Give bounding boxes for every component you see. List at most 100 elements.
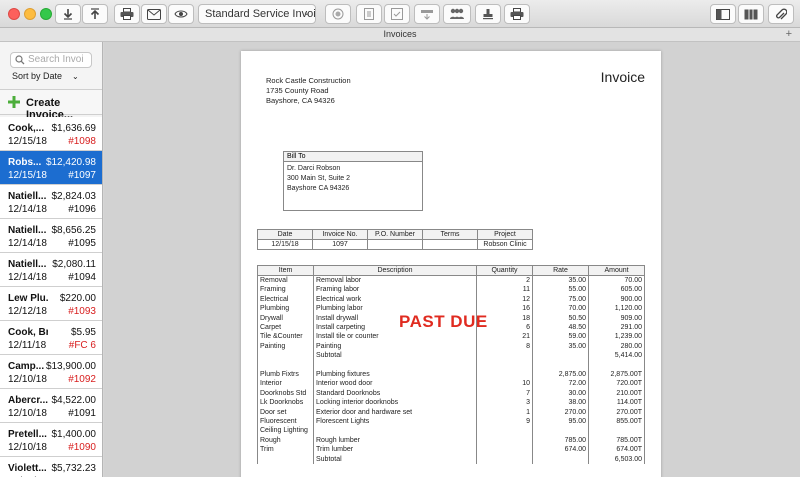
invoice-list-item[interactable]: Violett...$5,732.2312/05/18#1089	[0, 457, 102, 477]
item-name: Electrical	[257, 294, 314, 305]
attachments-button[interactable]	[768, 4, 794, 24]
item-name: Interior	[257, 379, 314, 389]
invoice-list-item[interactable]: Cook,... $1,636.69 12/15/18 #1098	[0, 117, 102, 151]
invoice-list-item[interactable]: Lew Plu... $220.00 12/12/18 #1093	[0, 287, 102, 321]
customer-name: Pretell...	[8, 429, 47, 440]
minimize-window-button[interactable]	[24, 8, 36, 20]
item-amount: 1,239.00	[588, 332, 645, 342]
item-description: Install tile or counter	[313, 332, 477, 342]
invoice-date: 12/10/18	[8, 374, 47, 385]
item-description: Florescent Lights	[313, 417, 477, 427]
col-amount: Amount	[588, 265, 645, 276]
print-forms-button[interactable]	[504, 4, 530, 24]
invoice-list-item[interactable]: Cook, Bria... $5.95 12/11/18 #FC 6	[0, 321, 102, 355]
create-invoice-button[interactable]: Create Invoice...	[0, 89, 102, 121]
item-name: Door set	[257, 407, 314, 418]
invoice-amount: $5,732.23	[51, 463, 97, 474]
invoice-list-item[interactable]: Natiell... $2,824.03 12/14/18 #1096	[0, 185, 102, 219]
invoice-list-item[interactable]: Camp... $13,900.00 12/10/18 #1092	[0, 355, 102, 389]
customers-button[interactable]	[443, 4, 471, 24]
item-name: Tile &Counter	[257, 332, 314, 342]
item-rate: 785.00	[532, 435, 589, 446]
search-input[interactable]: Search Invoi	[10, 52, 92, 68]
close-window-button[interactable]	[8, 8, 20, 20]
item-description: Painting	[313, 341, 477, 352]
item-description: Framing labor	[313, 285, 477, 295]
invoice-date: 12/14/18	[8, 204, 47, 215]
invoice-page: Rock Castle Construction 1735 County Roa…	[241, 51, 661, 477]
header-col-terms: Terms	[422, 229, 478, 240]
sidebar-icon	[716, 8, 730, 20]
invoice-date: 12/10/18	[8, 408, 47, 419]
invoice-list-item[interactable]: Natiell... $2,080.11 12/14/18 #1094	[0, 253, 102, 287]
item-quantity	[476, 445, 533, 455]
item-rate: 75.00	[532, 294, 589, 305]
company-address-line2: Bayshore, CA 94326	[266, 96, 335, 105]
invoice-number: #1094	[68, 272, 96, 283]
invoice-list-item[interactable]: Abercr... $4,522.00 12/10/18 #1091	[0, 389, 102, 423]
item-amount: 291.00	[588, 323, 645, 333]
invoice-list-item[interactable]: Natiell... $8,656.25 12/14/18 #1095	[0, 219, 102, 253]
add-icon	[8, 96, 20, 108]
invoice-date: 12/14/18	[8, 272, 47, 283]
item-rate: 270.00	[532, 407, 589, 418]
header-project: Robson Clinic	[477, 239, 533, 250]
item-amount: 280.00	[588, 341, 645, 352]
item-description: Plumbing fixtures	[313, 370, 477, 380]
invoice-number: #1091	[68, 408, 96, 419]
header-col-project: Project	[477, 229, 533, 240]
invoice-amount: $12,420.98	[45, 157, 96, 168]
line-item-row: Painting Painting 8 35.00 280.00	[257, 341, 645, 352]
invoice-sidebar: Search Invoi Sort by Date ⌄ Create Invoic…	[0, 42, 103, 477]
arrow-down-icon	[63, 9, 73, 20]
item-quantity: 10	[476, 379, 533, 389]
document-icon	[364, 8, 374, 20]
columns-toggle-button[interactable]	[738, 4, 764, 24]
item-name: Lk Doorknobs	[257, 398, 314, 408]
col-description: Description	[313, 265, 477, 276]
line-item-row: Rough Rough lumber 785.00 785.00T	[257, 435, 645, 446]
sidebar-toggle-button[interactable]	[710, 4, 736, 24]
template-select[interactable]: Standard Service Invoic... ⌄	[198, 4, 316, 24]
item-rate: 59.00	[532, 332, 589, 342]
header-col-invoice-no: Invoice No.	[312, 229, 368, 240]
item-rate: 95.00	[532, 417, 589, 427]
invoice-list-item[interactable]: Robs... $12,420.98 12/15/18 #1097	[0, 151, 102, 185]
item-rate: 55.00	[532, 285, 589, 295]
line-item-row: Framing Framing labor 11 55.00 605.00	[257, 285, 645, 295]
item-quantity	[476, 435, 533, 446]
zoom-window-button[interactable]	[40, 8, 52, 20]
new-tab-button[interactable]: +	[786, 28, 792, 41]
invoice-number: #1095	[68, 238, 96, 249]
item-rate: 35.00	[532, 341, 589, 352]
header-terms	[422, 239, 478, 250]
payment-icon	[421, 10, 433, 20]
preview-button[interactable]	[168, 4, 194, 24]
company-address-line1: 1735 County Road	[266, 86, 329, 95]
item-amount: 210.00T	[588, 388, 645, 399]
status-button[interactable]	[325, 4, 351, 24]
receive-payment-button[interactable]	[414, 4, 440, 24]
invoice-list-item[interactable]: Pretell... $1,400.00 12/10/18 #1090	[0, 423, 102, 457]
item-amount	[588, 360, 645, 371]
line-item-row	[257, 360, 645, 371]
sort-dropdown[interactable]: Sort by Date ⌄	[12, 71, 79, 81]
customer-name: Natiell...	[8, 259, 47, 270]
header-po-number	[367, 239, 423, 250]
download-button[interactable]	[55, 4, 81, 24]
customer-name: Violett...	[8, 463, 47, 474]
col-quantity: Quantity	[476, 265, 533, 276]
item-amount: 674.00T	[588, 445, 645, 455]
item-description: Exterior door and hardware set	[313, 407, 477, 418]
email-button[interactable]	[141, 4, 167, 24]
item-rate	[532, 454, 589, 465]
document-area: Rock Castle Construction 1735 County Roa…	[104, 42, 800, 477]
customer-name: Abercr...	[8, 395, 48, 406]
stamp-button[interactable]	[475, 4, 501, 24]
upload-button[interactable]	[82, 4, 108, 24]
mark-button[interactable]	[384, 4, 410, 24]
print-button[interactable]	[114, 4, 140, 24]
item-name: Painting	[257, 341, 314, 352]
calculate-button[interactable]	[356, 4, 382, 24]
item-quantity	[476, 370, 533, 380]
